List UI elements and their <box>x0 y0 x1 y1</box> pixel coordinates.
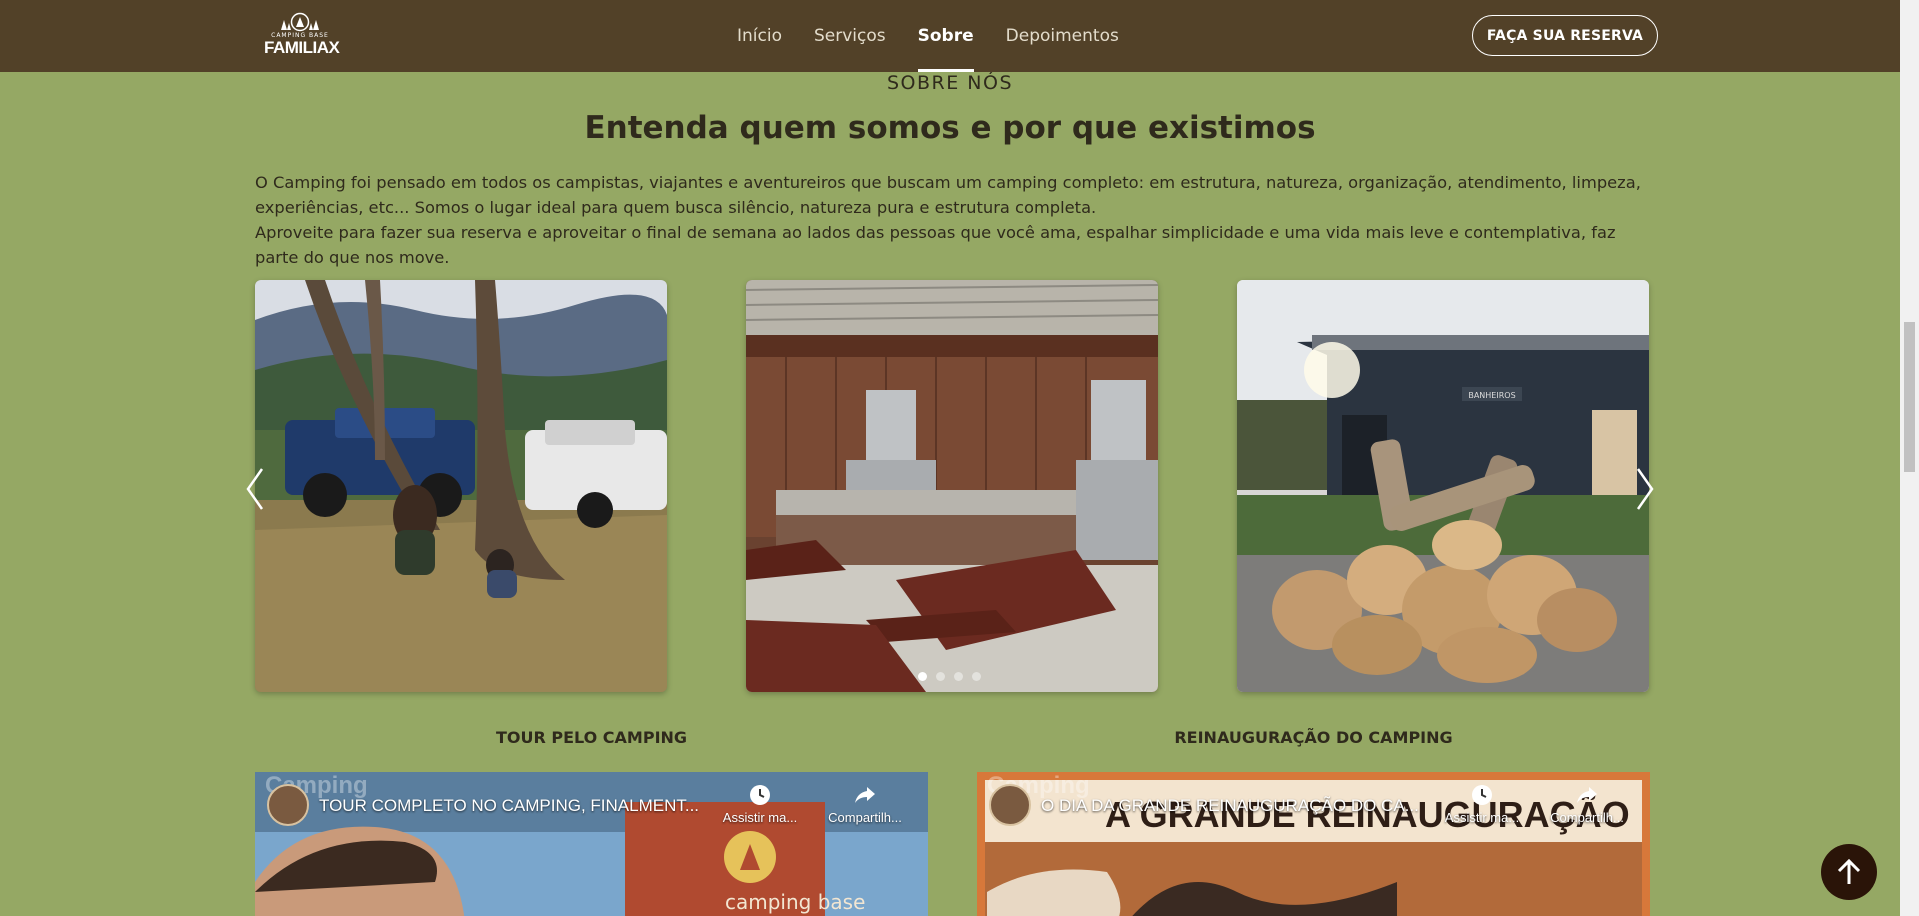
photo-image <box>255 280 667 692</box>
channel-avatar[interactable] <box>267 784 309 826</box>
family-under-tree-photo <box>255 280 667 692</box>
share-label: Compartilh... <box>828 810 902 825</box>
photo-image <box>746 280 1158 692</box>
carousel-dot[interactable] <box>972 672 981 681</box>
description-paragraph: O Camping foi pensado em todos os campis… <box>255 173 1641 217</box>
share-button[interactable]: Compartilh... <box>820 784 910 825</box>
video-label-tour: TOUR PELO CAMPING <box>495 728 688 747</box>
watch-later-button[interactable]: Assistir ma... <box>715 784 805 825</box>
main-nav: Início Serviços Sobre Depoimentos <box>737 0 1151 72</box>
carousel-dot[interactable] <box>918 672 927 681</box>
watch-later-label: Assistir ma... <box>1444 810 1520 825</box>
site-logo[interactable]: CAMPING BASE FAMILIAX <box>264 12 340 60</box>
tent-logo-icon <box>281 12 319 32</box>
video-title[interactable]: TOUR COMPLETO NO CAMPING, FINALMENT... <box>319 796 699 816</box>
share-icon <box>1577 787 1597 803</box>
video-embed-reinauguracao[interactable]: A GRANDE REINAUGURAÇÃO Camping O DIA DA … <box>977 772 1650 916</box>
nav-link-sobre[interactable]: Sobre <box>917 0 974 72</box>
logo-name: FAMILIAX <box>264 38 340 57</box>
scrollbar-thumb[interactable] <box>1904 322 1915 472</box>
back-to-top-button[interactable] <box>1821 844 1877 900</box>
page-scrollbar[interactable] <box>1900 0 1919 916</box>
chevron-left-icon <box>246 468 264 510</box>
carousel-dot[interactable] <box>936 672 945 681</box>
barbecue-kiosk-photo <box>746 280 1158 692</box>
section-title: Entenda quem somos e por que existimos <box>584 110 1316 146</box>
nav-link-depoimentos[interactable]: Depoimentos <box>1006 0 1119 72</box>
site-header: CAMPING BASE FAMILIAX Início Serviços So… <box>0 0 1900 72</box>
chevron-right-icon <box>1636 468 1654 510</box>
share-label: Compartilh... <box>1550 810 1624 825</box>
description-paragraph: Aproveite para fazer sua reserva e aprov… <box>255 223 1616 267</box>
video-overlay-text: camping base <box>725 890 865 914</box>
video-embed-tour[interactable]: camping base Camping TOUR COMPLETO NO CA… <box>255 772 928 916</box>
carousel-prev-button[interactable] <box>240 465 270 513</box>
carousel-next-button[interactable] <box>1630 465 1660 513</box>
nav-link-servicos[interactable]: Serviços <box>814 0 886 72</box>
clock-icon <box>1472 785 1492 805</box>
section-eyebrow: SOBRE NÓS <box>886 72 1014 94</box>
channel-avatar[interactable] <box>989 784 1031 826</box>
video-title[interactable]: O DIA DA GRANDE REINAUGURAÇÃO DO CA... <box>1041 796 1419 816</box>
share-icon <box>855 787 875 803</box>
campfire-bathrooms-photo: BANHEIROS <box>1237 280 1649 692</box>
video-label-reinauguracao: REINAUGURAÇÃO DO CAMPING <box>1174 728 1453 747</box>
carousel-dot[interactable] <box>954 672 963 681</box>
watch-later-label: Assistir ma... <box>722 810 798 825</box>
nav-link-inicio[interactable]: Início <box>737 0 782 72</box>
arrow-up-icon <box>1837 858 1861 884</box>
bathroom-sign-text: BANHEIROS <box>1468 391 1515 400</box>
reservation-button[interactable]: FAÇA SUA RESERVA <box>1472 15 1658 56</box>
clock-icon <box>750 785 770 805</box>
carousel-pagination <box>918 672 981 681</box>
photo-image: BANHEIROS <box>1237 280 1649 692</box>
photo-carousel: BANHEIROS <box>240 280 1670 700</box>
watch-later-button[interactable]: Assistir ma... <box>1437 784 1527 825</box>
section-description: O Camping foi pensado em todos os campis… <box>255 170 1655 270</box>
share-button[interactable]: Compartilh... <box>1542 784 1632 825</box>
